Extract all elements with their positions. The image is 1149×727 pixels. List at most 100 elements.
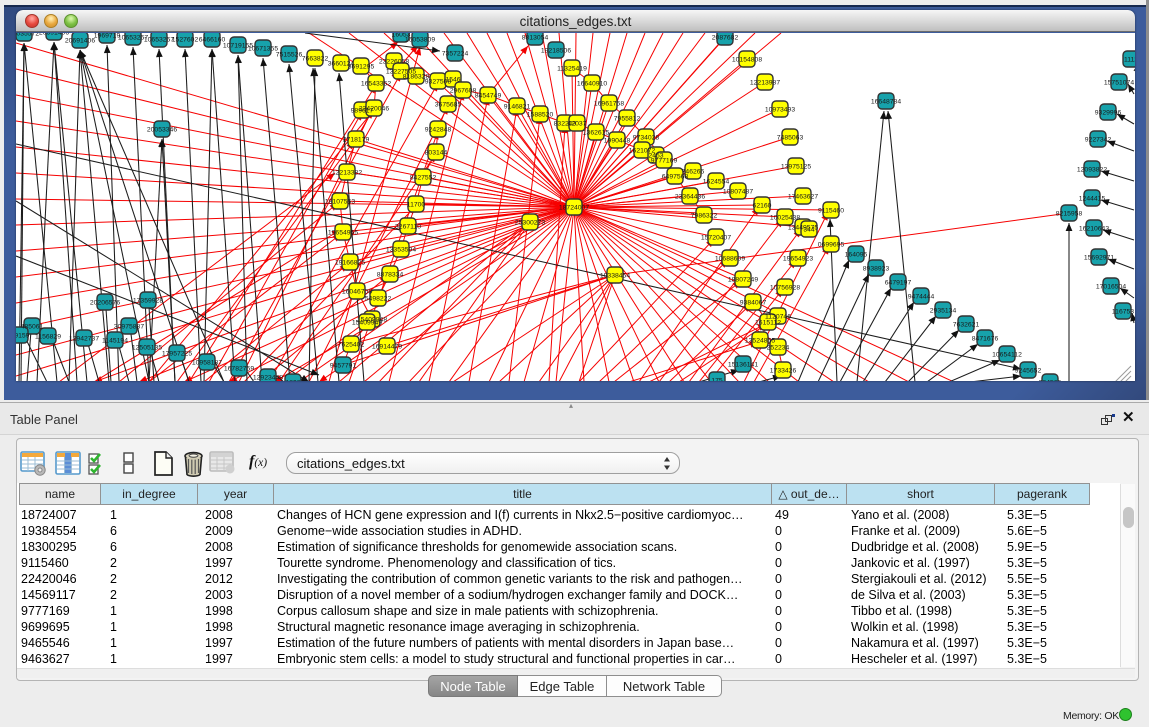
svg-text:16640910: 16640910 (577, 81, 607, 88)
svg-text:9227342: 9227342 (1085, 137, 1112, 144)
svg-text:7632621: 7632621 (953, 322, 980, 329)
svg-text:19338454: 19338454 (600, 273, 630, 280)
svg-text:1588520: 1588520 (527, 112, 554, 119)
svg-text:12093822: 12093822 (1077, 167, 1107, 174)
svg-text:17957225: 17957225 (162, 351, 192, 358)
svg-text:1546: 1546 (445, 77, 460, 84)
svg-text:1527602: 1527602 (172, 37, 199, 44)
svg-text:6497568: 6497568 (662, 174, 689, 181)
svg-text:16648784: 16648784 (871, 99, 901, 106)
svg-text:2935134: 2935134 (930, 308, 957, 315)
svg-text:8471676: 8471676 (972, 336, 999, 343)
svg-text:20691406: 20691406 (65, 38, 95, 45)
svg-text:2087682: 2087682 (712, 35, 739, 42)
svg-text:9474444: 9474444 (908, 294, 935, 301)
svg-text:15751074: 15751074 (1104, 80, 1134, 87)
svg-text:9115460: 9115460 (818, 208, 844, 215)
svg-text:1615112: 1615112 (755, 320, 781, 327)
svg-text:10807487: 10807487 (723, 189, 753, 196)
svg-text:20053346: 20053346 (147, 127, 177, 134)
svg-text:16046708: 16046708 (342, 289, 372, 296)
svg-text:10958187: 10958187 (192, 360, 222, 367)
svg-text:3675685: 3675685 (435, 102, 462, 109)
svg-text:23420046: 23420046 (359, 106, 389, 113)
svg-text:7515526: 7515526 (276, 52, 303, 59)
svg-text:2967608: 2967608 (450, 88, 477, 95)
svg-text:1156829: 1156829 (35, 334, 61, 341)
svg-text:12213382: 12213382 (332, 170, 362, 177)
svg-text:19166825: 19166825 (335, 260, 365, 267)
svg-text:10025438: 10025438 (770, 215, 800, 222)
svg-text:15409949: 15409949 (352, 320, 382, 327)
svg-text:7357224: 7357224 (442, 51, 469, 58)
svg-text:20691406: 20691406 (39, 33, 69, 37)
svg-text:18724007: 18724007 (559, 205, 589, 212)
svg-text:10756928: 10756928 (770, 285, 800, 292)
svg-text:803144: 803144 (425, 150, 448, 157)
svg-text:39159: 39159 (16, 333, 30, 340)
svg-text:1990448: 1990448 (604, 138, 631, 145)
svg-text:12213987: 12213987 (750, 80, 780, 87)
svg-text:17016504: 17016504 (1096, 284, 1126, 291)
svg-text:116753: 116753 (1112, 309, 1134, 316)
svg-text:9242848: 9242848 (425, 127, 452, 134)
svg-text:9457791: 9457791 (330, 363, 357, 370)
svg-text:18107553: 18107553 (325, 199, 355, 206)
svg-text:13353594: 13353594 (386, 247, 416, 254)
svg-text:16210643: 16210643 (1079, 226, 1109, 233)
svg-text:1362615: 1362615 (583, 130, 610, 137)
svg-text:8215958: 8215958 (1056, 211, 1083, 218)
svg-text:13975125: 13975125 (781, 164, 811, 171)
svg-text:9384067: 9384067 (740, 300, 767, 307)
svg-text:1145194: 1145194 (102, 338, 128, 345)
svg-text:8813054: 8813054 (522, 35, 549, 42)
svg-text:1112: 1112 (1124, 57, 1135, 64)
svg-text:9777169: 9777169 (651, 158, 678, 165)
svg-text:10973493: 10973493 (765, 107, 795, 114)
svg-text:23226058: 23226058 (379, 59, 409, 66)
svg-text:10654112: 10654112 (992, 352, 1022, 359)
svg-text:19654955: 19654955 (328, 230, 358, 237)
svg-text:8938923: 8938923 (863, 266, 890, 273)
svg-text:1244415: 1244415 (1079, 196, 1106, 203)
svg-text:10653267: 10653267 (144, 37, 174, 44)
svg-text:9245652: 9245652 (1015, 368, 1042, 375)
svg-text:8427552: 8427552 (410, 175, 437, 182)
svg-text:10154808: 10154808 (732, 57, 762, 64)
svg-text:9146821: 9146821 (504, 104, 531, 111)
svg-text:9734028: 9734028 (633, 135, 660, 142)
svg-text:12942737: 12942737 (69, 336, 99, 343)
svg-text:10671355: 10671355 (248, 46, 278, 53)
svg-text:16543362: 16543362 (361, 81, 391, 88)
svg-text:23364436: 23364436 (675, 194, 705, 201)
svg-text:7955812: 7955812 (614, 116, 641, 123)
svg-text:7485063: 7485063 (777, 135, 804, 142)
svg-text:16782759: 16782759 (224, 366, 254, 373)
svg-text:42037: 42037 (568, 121, 587, 128)
svg-text:15136141: 15136141 (728, 362, 758, 369)
svg-text:13524855: 13524855 (745, 338, 775, 345)
svg-text:14035572: 14035572 (16, 33, 39, 38)
svg-text:1292: 1292 (285, 380, 300, 382)
svg-text:11325419: 11325419 (557, 66, 587, 73)
svg-text:8454749: 8454749 (475, 93, 502, 100)
svg-text:16914479: 16914479 (372, 344, 402, 351)
svg-text:16053809: 16053809 (405, 37, 435, 44)
svg-text:16961758: 16961758 (594, 101, 624, 108)
svg-text:62160: 62160 (753, 203, 772, 210)
svg-text:485061: 485061 (21, 324, 44, 331)
svg-text:9329996: 9329996 (1095, 110, 1122, 117)
svg-text:11700: 11700 (407, 202, 426, 209)
svg-text:2718179: 2718179 (343, 137, 370, 144)
svg-text:30975887: 30975887 (114, 324, 144, 331)
svg-text:1733426: 1733426 (770, 368, 797, 375)
svg-text:344: 344 (803, 227, 815, 234)
svg-text:3267110: 3267110 (395, 224, 421, 231)
svg-text:19654923: 19654923 (783, 256, 813, 263)
svg-text:3691295: 3691295 (348, 64, 375, 71)
svg-text:175: 175 (711, 378, 723, 382)
svg-text:17463627: 17463627 (788, 194, 818, 201)
svg-text:15720407: 15720407 (701, 235, 731, 242)
svg-text:1969719: 1969719 (94, 33, 121, 40)
svg-text:7625402: 7625402 (338, 342, 365, 349)
